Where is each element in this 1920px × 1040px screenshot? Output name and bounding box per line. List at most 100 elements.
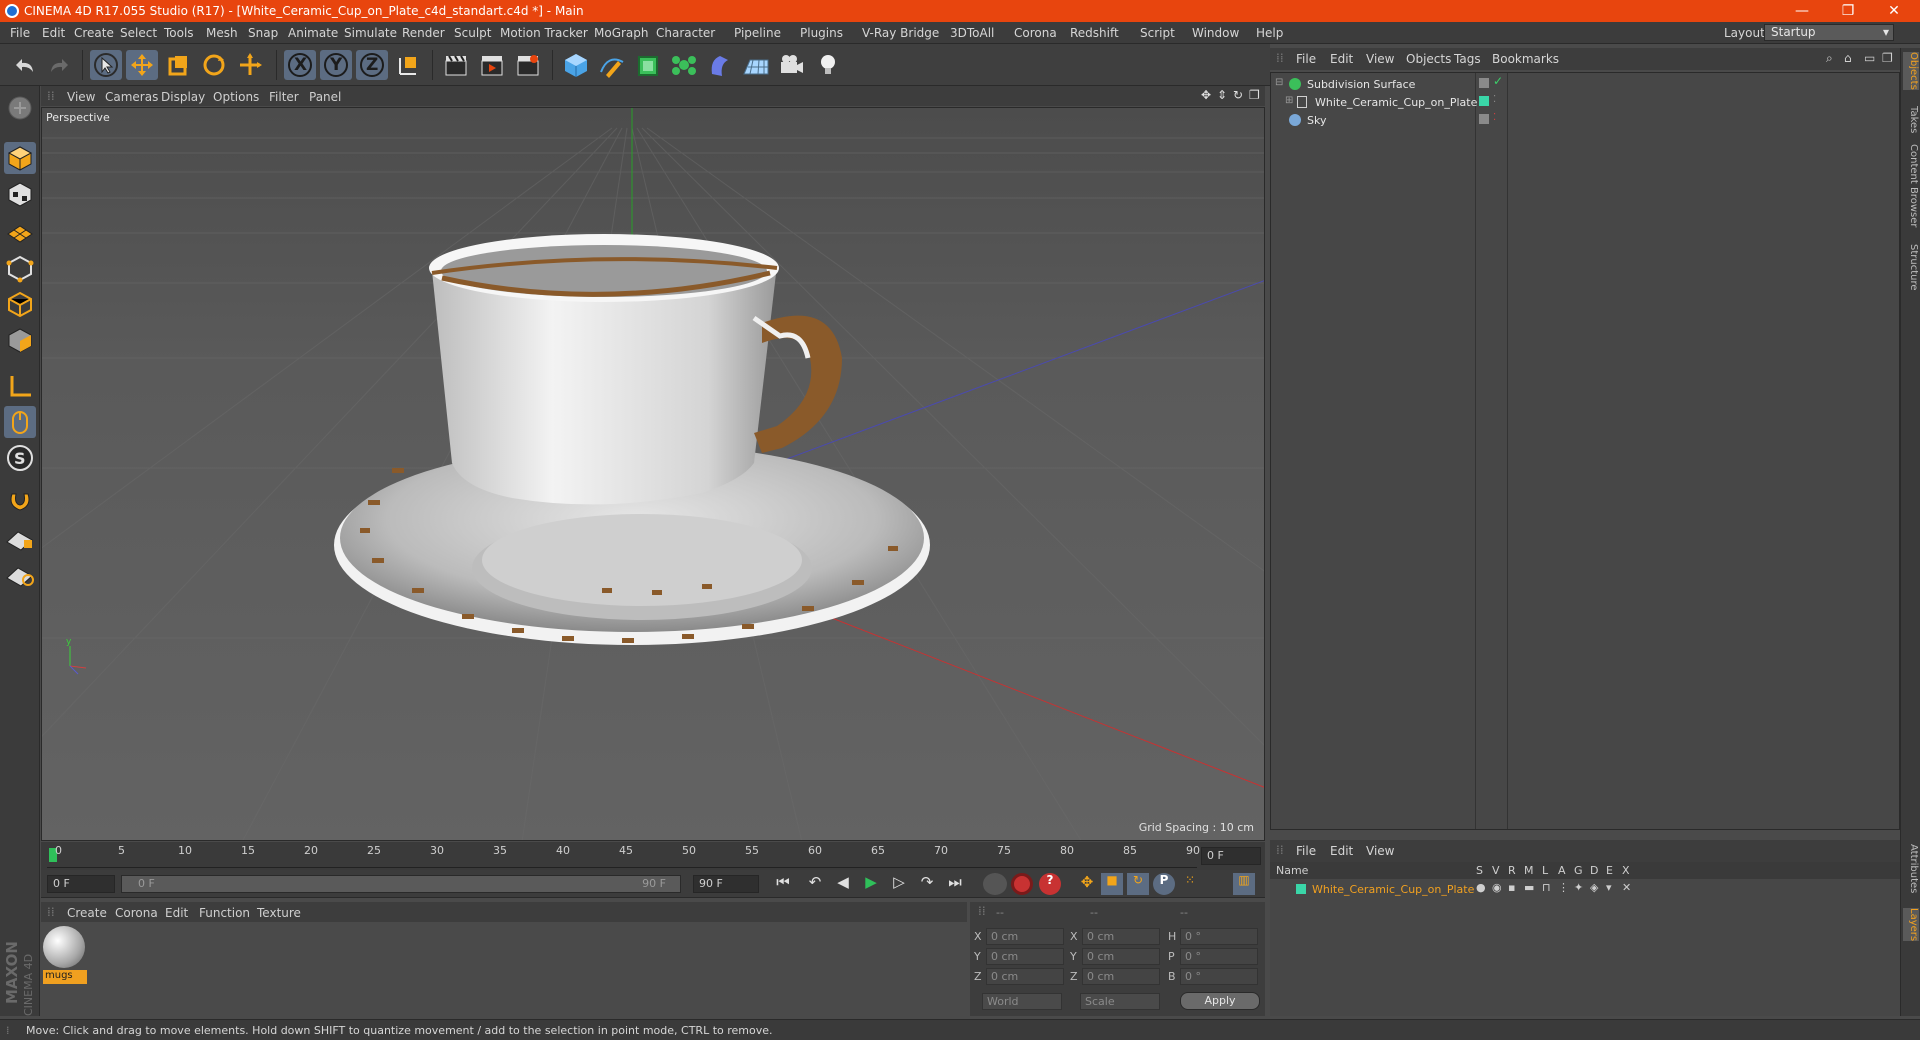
add-spline-button[interactable] [596,50,628,80]
size-x-field[interactable]: 0 cm [1082,928,1160,945]
planar-workplane-button[interactable] [4,558,36,590]
animation-icon[interactable]: ⋮ [1558,881,1569,894]
viewport-menu-display[interactable]: Display [161,90,205,104]
play-button[interactable]: ▶ [859,873,883,895]
menu-script[interactable]: Script [1140,26,1175,40]
material-swatch[interactable]: mugs [42,924,87,984]
go-to-start-button[interactable]: ⏮ [771,873,795,895]
menu-animate[interactable]: Animate [288,26,338,40]
record-active-objects-button[interactable] [1011,873,1033,895]
tab-layers[interactable]: Layers [1903,908,1919,942]
xref-icon[interactable]: ✕ [1622,881,1631,894]
tab-structure[interactable]: Structure [1903,244,1919,291]
objects-menu-tags[interactable]: Tags [1454,52,1481,66]
deformers-icon[interactable]: ◈ [1590,881,1598,894]
menu-motion-tracker[interactable]: Motion Tracker [500,26,588,40]
render-settings-button[interactable] [512,50,544,80]
menu-select[interactable]: Select [120,26,157,40]
workplane-mode-button[interactable] [4,214,36,246]
pos-y-field[interactable]: 0 cm [986,948,1064,965]
menu-edit[interactable]: Edit [42,26,65,40]
menu-snap[interactable]: Snap [248,26,278,40]
pos-x-field[interactable]: 0 cm [986,928,1064,945]
solo-dot-icon[interactable]: ● [1476,881,1486,894]
tweak-mode-button[interactable] [4,406,36,438]
current-frame-field[interactable]: 0 F [1201,847,1261,865]
previous-key-button[interactable]: ↶ [803,873,827,895]
move-tool-button[interactable] [126,50,158,80]
objects-menu-edit[interactable]: Edit [1330,52,1353,66]
viewport-zoom-icon[interactable]: ⇕ [1217,88,1227,102]
key-rotation-button[interactable]: ↻ [1127,873,1149,895]
menu-tools[interactable]: Tools [164,26,194,40]
texture-mode-button[interactable] [4,178,36,210]
menu-mesh[interactable]: Mesh [206,26,238,40]
objects-menu-objects[interactable]: Objects [1406,52,1451,66]
menu-vray-bridge[interactable]: V-Ray Bridge [862,26,939,40]
expand-icon[interactable]: ⊞ [1285,95,1293,106]
object-row-cup[interactable]: ⊞ White_Ceramic_Cup_on_Plate ⁚ [1271,93,1899,112]
add-deformer-button[interactable] [704,50,736,80]
key-pla-button[interactable]: ⁙ [1179,873,1201,895]
layer-color-icon[interactable] [1479,96,1489,106]
menu-simulate[interactable]: Simulate [344,26,397,40]
timeline-window-button[interactable]: ▥ [1233,873,1255,895]
rotate-tool-button[interactable] [198,50,230,80]
layer-col-r[interactable]: R [1508,864,1516,877]
polygons-mode-button[interactable] [4,324,36,356]
material-menu-function[interactable]: Function [199,906,250,920]
model-mode-button[interactable] [4,142,36,174]
add-subdivision-surface-button[interactable] [632,50,664,80]
layer-tag-icon[interactable] [1479,114,1489,124]
menu-create[interactable]: Create [74,26,114,40]
layer-col-e[interactable]: E [1606,864,1613,877]
collapse-icon[interactable]: ⊟ [1275,77,1283,88]
menu-3dtoall[interactable]: 3DToAll [950,26,994,40]
viewport-menu-cameras[interactable]: Cameras [105,90,158,104]
menu-help[interactable]: Help [1256,26,1283,40]
menu-window[interactable]: Window [1192,26,1239,40]
layer-col-l[interactable]: L [1542,864,1548,877]
go-to-end-button[interactable]: ⏭ [943,873,967,895]
material-menu-texture[interactable]: Texture [257,906,301,920]
size-z-field[interactable]: 0 cm [1082,968,1160,985]
scale-tool-button[interactable] [162,50,194,80]
render-to-picture-viewer-button[interactable] [476,50,508,80]
viewport-rotate-icon[interactable]: ↻ [1233,88,1243,102]
size-mode-select[interactable]: Scale [1080,993,1160,1010]
layers-menu-edit[interactable]: Edit [1330,844,1353,858]
close-button[interactable]: ✕ [1872,1,1916,21]
key-position-button[interactable]: ✥ [1075,873,1099,895]
menu-corona[interactable]: Corona [1014,26,1057,40]
object-row-subdivision-surface[interactable]: ⊟ Subdivision Surface ✓ [1271,74,1899,94]
next-frame-button[interactable]: ▷ [887,873,911,895]
next-key-button[interactable]: ↷ [915,873,939,895]
workplane-lock-button[interactable] [4,522,36,554]
transform-tool-button[interactable] [234,50,266,80]
z-axis-lock-button[interactable]: Z [356,50,388,80]
layer-row[interactable]: White_Ceramic_Cup_on_Plate ● ◉ ▪ ▬ ⊓ ⋮ ✦… [1270,881,1900,899]
menu-file[interactable]: File [10,26,30,40]
manager-icon[interactable]: ▬ [1524,881,1534,894]
rot-h-field[interactable]: 0 ° [1180,928,1258,945]
menu-render[interactable]: Render [402,26,445,40]
size-y-field[interactable]: 0 cm [1082,948,1160,965]
menu-redshift[interactable]: Redshift [1070,26,1119,40]
make-editable-button[interactable] [4,92,36,124]
add-cloner-button[interactable] [668,50,700,80]
visibility-dots-icon[interactable]: ⁚ [1493,94,1496,105]
layer-col-v[interactable]: V [1492,864,1500,877]
generators-icon[interactable]: ✦ [1574,881,1583,894]
lock-icon[interactable]: ⊓ [1542,881,1551,894]
layers-menu-file[interactable]: File [1296,844,1316,858]
pos-z-field[interactable]: 0 cm [986,968,1064,985]
menu-character[interactable]: Character [656,26,715,40]
layout-select[interactable]: Startup ▾ [1764,24,1894,41]
viewport-menu-panel[interactable]: Panel [309,90,341,104]
3d-viewport[interactable]: y Perspective Grid Spacing : 10 cm [41,107,1265,841]
viewport-maximize-icon[interactable]: ❐ [1249,88,1260,102]
render-icon[interactable]: ▪ [1508,881,1515,894]
add-cube-button[interactable] [560,50,592,80]
x-axis-lock-button[interactable]: X [284,50,316,80]
restore-button[interactable]: ❐ [1826,1,1870,21]
